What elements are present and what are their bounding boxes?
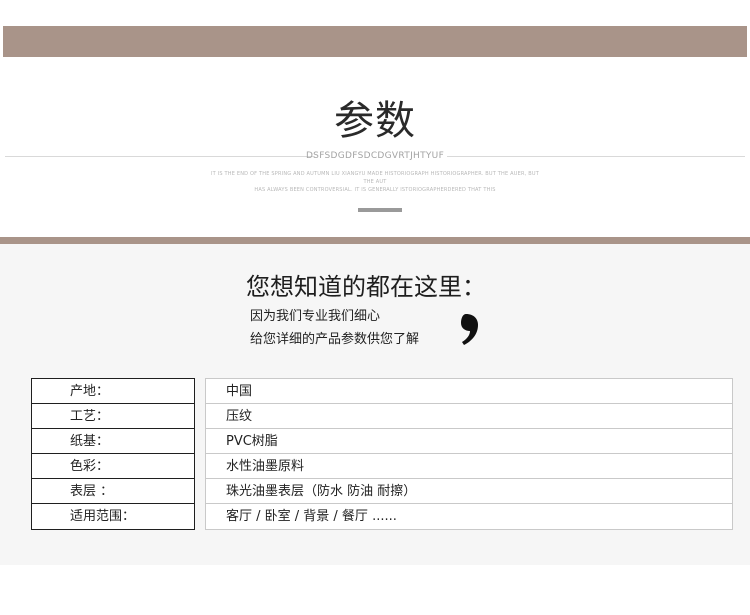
page-title: 参数 — [334, 98, 416, 144]
header-section: 参数 DSFSDGDFSDCDGVRTJHTYUF IT IS THE END … — [0, 57, 750, 237]
spec-value-usage: 客厅 / 卧室 / 背景 / 餐厅 ...... — [226, 509, 397, 524]
fine-print-line-1: IT IS THE END OF THE SPRING AND AUTUMN L… — [210, 171, 540, 185]
spec-label-color: 色彩： — [32, 454, 194, 479]
spec-label-process: 工艺： — [32, 404, 194, 429]
specs-panel: 您想知道的都在这里： 因为我们专业我们细心 给您详细的产品参数供您了解 产地： … — [0, 244, 750, 565]
fine-print: IT IS THE END OF THE SPRING AND AUTUMN L… — [205, 170, 545, 194]
spec-value-color: 水性油墨原料 — [206, 454, 732, 479]
intro-line-2: 给您详细的产品参数供您了解 — [250, 332, 420, 347]
accent-bar — [358, 208, 402, 212]
fine-print-line-2: HAS ALWAYS BEEN CONTROVERSIAL. IT IS GEN… — [254, 187, 496, 193]
spec-value-origin: 中国 — [206, 379, 732, 404]
spec-value-process: 压纹 — [206, 404, 732, 429]
spec-value-base: PVC树脂 — [206, 429, 732, 454]
spec-label-usage: 适用范围： — [70, 509, 136, 524]
spec-label-base: 纸基： — [32, 429, 194, 454]
spec-labels-table: 产地： 工艺： 纸基： 色彩： 表层 ： 适用范围： — [31, 378, 195, 530]
spec-value-surface: 珠光油墨表层（防水 防油 耐擦） — [206, 479, 732, 504]
intro-line-1: 因为我们专业我们细心 — [250, 309, 381, 324]
quote-mark-icon — [461, 314, 478, 345]
intro-heading: 您想知道的都在这里： — [246, 273, 486, 301]
page: 参数 DSFSDGDFSDCDGVRTJHTYUF IT IS THE END … — [0, 0, 750, 615]
top-color-band — [3, 26, 747, 57]
section-divider-band — [0, 237, 750, 244]
spec-label-origin: 产地： — [32, 379, 194, 404]
spec-label-surface: 表层 ： — [32, 479, 194, 504]
page-subtitle: DSFSDGDFSDCDGVRTJHTYUF — [305, 151, 445, 161]
spec-values-table: 中国 压纹 PVC树脂 水性油墨原料 珠光油墨表层（防水 防油 耐擦） 客厅 /… — [205, 378, 733, 530]
